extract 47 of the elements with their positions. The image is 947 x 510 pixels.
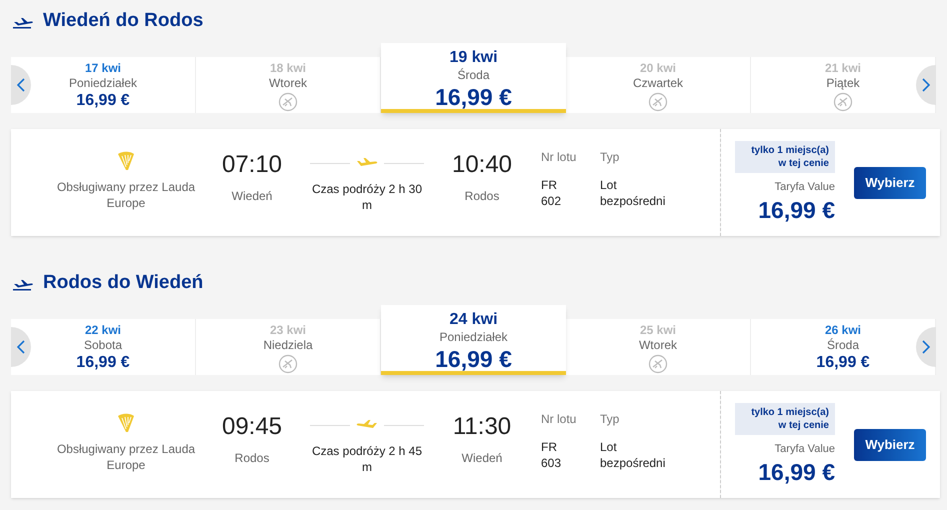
select-button[interactable]: Wybierz <box>854 428 926 460</box>
section-title: Wiedeń do Rodos <box>43 9 204 34</box>
no-flight-icon <box>648 92 668 112</box>
city-text: Rodos <box>234 450 270 467</box>
seats-left-badge: tylko 1 miejsc(a) w tej cenie <box>735 403 835 436</box>
date-tab[interactable]: 25 kwi Wtorek <box>566 319 751 375</box>
time-text: 07:10 <box>222 151 282 179</box>
section-title: Rodos do Wiedeń <box>43 271 204 296</box>
harp-logo-icon <box>117 151 135 171</box>
column-label: Typ <box>600 149 620 165</box>
fare-name: Taryfa Value <box>774 442 835 458</box>
flight-number: FR 602 <box>541 177 562 209</box>
flight-type: Lot bezpośredni <box>600 177 666 209</box>
date-tab[interactable]: 17 kwi Poniedziałek 16,99 € <box>11 57 196 113</box>
city-text: Wiedeń <box>462 450 502 467</box>
duration-text: Czas podróży 2 h 30 m <box>310 181 424 213</box>
time-text: 11:30 <box>452 413 512 441</box>
no-flight-icon <box>278 354 298 374</box>
date-tab[interactable]: 23 kwi Niedziela <box>196 319 381 375</box>
time-text: 09:45 <box>222 413 282 441</box>
flight-number: FR 603 <box>541 439 562 471</box>
no-flight-icon <box>833 92 853 112</box>
flight-type: Lot bezpośredni <box>600 439 666 471</box>
date-tab[interactable]: 18 kwi Wtorek <box>196 57 381 113</box>
seats-left-badge: tylko 1 miejsc(a) w tej cenie <box>735 141 835 174</box>
flight-price: 16,99 € <box>758 196 835 224</box>
time-text: 10:40 <box>452 151 512 179</box>
operator-text: Obsługiwany przez Lauda Europe <box>56 179 196 211</box>
city-text: Wiedeń <box>232 188 272 205</box>
column-label: Typ <box>600 411 620 427</box>
city-text: Rodos <box>464 188 500 205</box>
date-tab[interactable]: 20 kwi Czwartek <box>566 57 751 113</box>
fare-name: Taryfa Value <box>774 180 835 196</box>
no-flight-icon <box>648 354 668 374</box>
select-button[interactable]: Wybierz <box>854 166 926 198</box>
column-label: Nr lotu <box>541 149 578 165</box>
duration-text: Czas podróży 2 h 45 m <box>310 443 424 475</box>
date-tab[interactable]: 26 kwi Środa 16,99 € <box>751 319 936 375</box>
no-flight-icon <box>278 92 298 112</box>
date-tab[interactable]: 22 kwi Sobota 16,99 € <box>11 319 196 375</box>
flight-price: 16,99 € <box>758 458 835 486</box>
date-tab[interactable]: 21 kwi Piątek <box>751 57 936 113</box>
date-tab[interactable]: 19 kwi Środa 16,99 € <box>381 43 566 113</box>
operator-text: Obsługiwany przez Lauda Europe <box>56 441 196 473</box>
date-tab[interactable]: 24 kwi Poniedziałek 16,99 € <box>381 305 566 375</box>
harp-logo-icon <box>117 413 135 433</box>
column-label: Nr lotu <box>541 411 578 427</box>
